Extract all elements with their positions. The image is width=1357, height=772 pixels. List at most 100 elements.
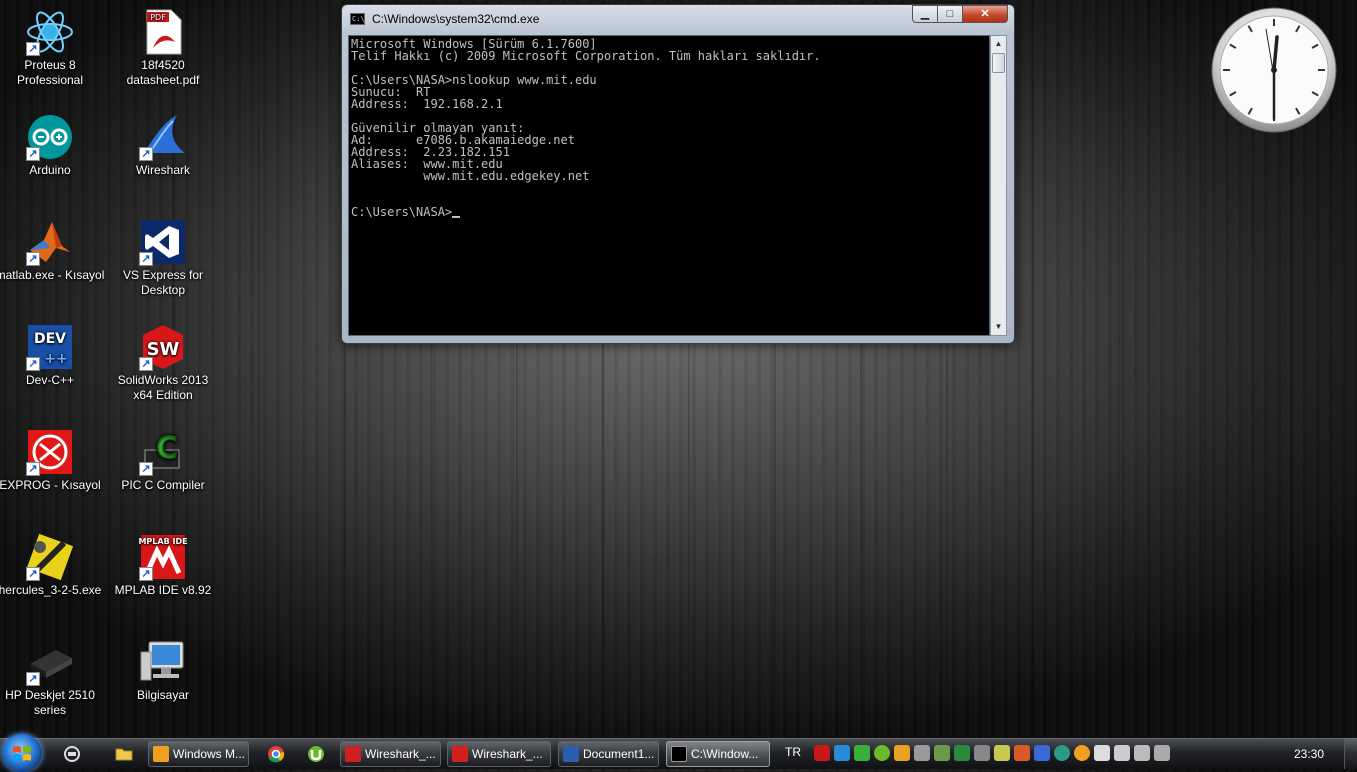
taskbar-item-label: Wireshark_... <box>472 747 543 761</box>
desktop: ↗ Proteus 8 Professional ↗ Arduino ↗ mat… <box>0 0 1357 738</box>
network-tray-icon[interactable] <box>1134 745 1150 761</box>
desktop-icon-devcpp[interactable]: DEV ++ ↗ Dev-C++ <box>0 323 106 388</box>
nvidia-tray-icon[interactable] <box>954 745 970 761</box>
word-icon <box>563 746 579 762</box>
shortcut-arrow-icon: ↗ <box>26 357 40 371</box>
chat-tray-icon[interactable] <box>994 745 1010 761</box>
maximize-button[interactable]: □ <box>937 5 963 23</box>
action-center-flag-icon[interactable] <box>1094 745 1110 761</box>
vertical-scrollbar[interactable]: ▲ ▼ <box>990 35 1007 336</box>
keyboard-tray-icon[interactable] <box>974 745 990 761</box>
desktop-icon-label: hercules_3-2-5.exe <box>0 583 102 597</box>
pdf-file-icon: PDF <box>139 8 187 56</box>
shortcut-arrow-icon: ↗ <box>26 42 40 56</box>
svg-text:++: ++ <box>44 351 67 367</box>
cmd-icon <box>671 746 687 762</box>
desktop-icon-label: Dev-C++ <box>25 373 75 387</box>
avast-tray-icon[interactable] <box>1074 745 1090 761</box>
shortcut-arrow-icon: ↗ <box>139 147 153 161</box>
minimize-button[interactable]: ▁ <box>912 5 938 23</box>
clock-gadget[interactable] <box>1211 7 1337 133</box>
usb-tray-icon[interactable] <box>934 745 950 761</box>
pdf-icon <box>452 746 468 762</box>
start-button[interactable] <box>2 734 42 772</box>
console-output[interactable]: Microsoft Windows [Sürüm 6.1.7600] Telif… <box>348 35 990 336</box>
desktop-icon-computer[interactable]: Bilgisayar <box>107 638 219 703</box>
taskbar-item-wireshark-1[interactable]: Wireshark_... <box>340 741 441 767</box>
desktop-icon-proteus[interactable]: ↗ Proteus 8 Professional <box>0 8 106 88</box>
desktop-icon-matlab[interactable]: ↗ matlab.exe - Kısayol <box>0 218 106 283</box>
wireshark-icon: ↗ <box>139 113 187 161</box>
explorer-folder-icon[interactable] <box>114 744 134 764</box>
svg-text:PDF: PDF <box>150 13 166 22</box>
desktop-icon-hercules[interactable]: ↗ hercules_3-2-5.exe <box>0 533 106 598</box>
scroll-thumb[interactable] <box>992 53 1005 73</box>
taskbar: Windows M... Wireshark_... Wireshark_...… <box>0 734 1357 772</box>
safely-remove-hardware-icon[interactable] <box>1114 745 1130 761</box>
taskbar-item-cmd[interactable]: C:\Window... <box>666 741 770 767</box>
volume-icon[interactable] <box>1154 745 1170 761</box>
printer-icon: ↗ <box>26 638 74 686</box>
hercules-icon: ↗ <box>26 533 74 581</box>
window-controls: ▁ □ ✕ <box>912 5 1008 25</box>
desktop-icon-label: MPLAB IDE v8.92 <box>114 583 212 597</box>
globe-tray-icon[interactable] <box>1054 745 1070 761</box>
shortcut-arrow-icon: ↗ <box>26 567 40 581</box>
system-tray <box>814 745 1170 763</box>
utorrent-tray-icon[interactable] <box>874 745 890 761</box>
desktop-icon-pic-c[interactable]: C ↗ PIC C Compiler <box>107 428 219 493</box>
desktop-icon-label: Bilgisayar <box>136 688 190 702</box>
taskbar-item-word-document[interactable]: Document1... <box>558 741 659 767</box>
scroll-up-button[interactable]: ▲ <box>991 36 1006 52</box>
bluetooth-tray-icon[interactable] <box>1034 745 1050 761</box>
cmd-window[interactable]: C:\. C:\Windows\system32\cmd.exe ▁ □ ✕ M… <box>341 4 1015 344</box>
desktop-icon-wireshark[interactable]: ↗ Wireshark <box>107 113 219 178</box>
clock-face-icon <box>1211 7 1337 133</box>
quick-launch-switcher-icon[interactable] <box>62 744 82 764</box>
taskbar-item-label: Wireshark_... <box>365 747 436 761</box>
pdf-icon <box>345 746 361 762</box>
media-player-icon <box>153 746 169 762</box>
console-text: Microsoft Windows [Sürüm 6.1.7600] Telif… <box>351 37 821 219</box>
desktop-icon-label: EXPROG - Kısayol <box>0 478 101 492</box>
show-desktop-button[interactable] <box>1344 739 1357 769</box>
cmd-titlebar[interactable]: C:\. C:\Windows\system32\cmd.exe ▁ □ ✕ <box>342 5 1014 33</box>
svg-text:C: C <box>156 431 178 466</box>
device-tray-icon[interactable] <box>914 745 930 761</box>
scroll-down-button[interactable]: ▼ <box>991 319 1006 335</box>
taskbar-item-windows-media[interactable]: Windows M... <box>148 741 249 767</box>
desktop-icon-mplab[interactable]: MPLAB IDE ↗ MPLAB IDE v8.92 <box>107 533 219 598</box>
matlab-icon: ↗ <box>26 218 74 266</box>
desktop-icon-vs-express[interactable]: ↗ VS Express for Desktop <box>107 218 219 298</box>
desktop-icon-solidworks[interactable]: SW ↗ SolidWorks 2013 x64 Edition <box>107 323 219 403</box>
desktop-icon-pdf[interactable]: PDF 18f4520 datasheet.pdf <box>107 8 219 88</box>
shortcut-arrow-icon: ↗ <box>26 462 40 476</box>
visual-studio-icon: ↗ <box>139 218 187 266</box>
taskbar-clock[interactable]: 23:30 <box>1294 747 1324 761</box>
exprog-icon: ↗ <box>26 428 74 476</box>
chrome-icon[interactable] <box>266 744 286 764</box>
desktop-icon-exprog[interactable]: ↗ EXPROG - Kısayol <box>0 428 106 493</box>
desktop-icon-label: SolidWorks 2013 x64 Edition <box>117 373 209 402</box>
arduino-icon: ↗ <box>26 113 74 161</box>
language-indicator[interactable]: TR <box>785 745 801 759</box>
computer-icon <box>139 638 187 686</box>
skype-tray-icon[interactable] <box>834 745 850 761</box>
pic-c-compiler-icon: C ↗ <box>139 428 187 476</box>
windows-logo-icon <box>13 746 31 761</box>
desktop-icon-arduino[interactable]: ↗ Arduino <box>0 113 106 178</box>
desktop-icon-label: PIC C Compiler <box>121 478 205 492</box>
speaker-app-tray-icon[interactable] <box>1014 745 1030 761</box>
utorrent-icon[interactable] <box>306 744 326 764</box>
cmd-app-icon[interactable]: C:\. <box>350 13 369 25</box>
taskbar-item-label: Document1... <box>583 747 655 761</box>
taskbar-item-wireshark-2[interactable]: Wireshark_... <box>447 741 551 767</box>
desktop-icon-hp-deskjet[interactable]: ↗ HP Deskjet 2510 series <box>0 638 106 718</box>
taskbar-item-label: Windows M... <box>173 747 246 761</box>
svg-text:DEV: DEV <box>34 331 66 347</box>
adobe-tray-icon[interactable] <box>814 745 830 761</box>
orange-app-tray-icon[interactable] <box>894 745 910 761</box>
network-app-tray-icon[interactable] <box>854 745 870 761</box>
close-button[interactable]: ✕ <box>962 5 1008 23</box>
desktop-icon-label: VS Express for Desktop <box>122 268 204 297</box>
